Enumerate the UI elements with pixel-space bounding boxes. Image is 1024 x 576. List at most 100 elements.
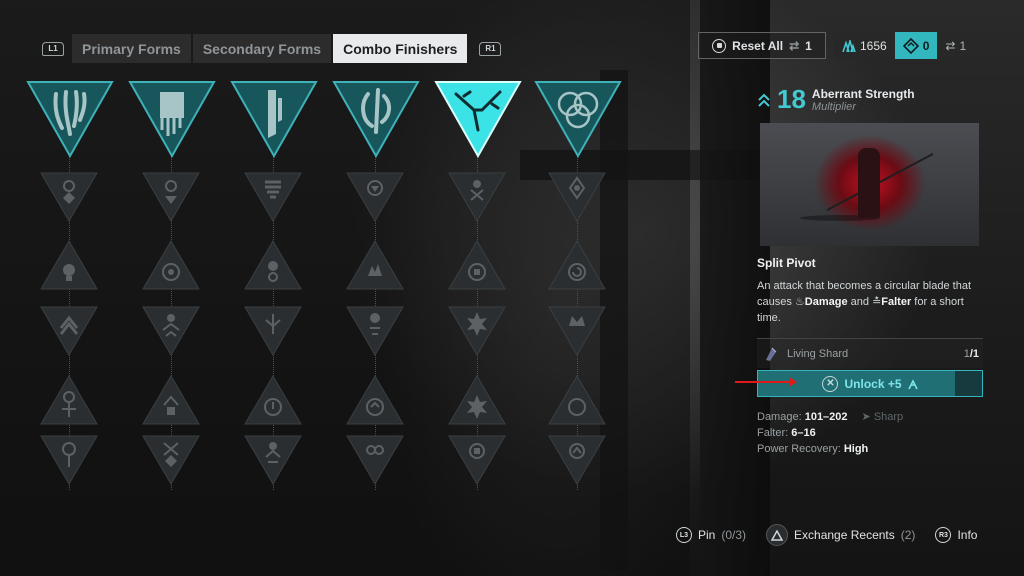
annotation-arrow bbox=[735, 377, 797, 387]
damage-icon: ♨ bbox=[794, 296, 805, 308]
locked-node-icon[interactable] bbox=[142, 306, 200, 356]
locked-node-icon[interactable] bbox=[448, 172, 506, 222]
rings-glyph-icon[interactable] bbox=[534, 80, 622, 158]
info-prompt[interactable]: R3 Info bbox=[935, 527, 977, 543]
tree-column-5 bbox=[434, 80, 522, 500]
locked-node-icon[interactable] bbox=[244, 240, 302, 290]
reset-all-button[interactable]: Reset All ⇄ 1 bbox=[698, 32, 826, 59]
desc-text-2: and bbox=[847, 296, 873, 308]
square-button-icon bbox=[712, 38, 727, 53]
locked-node-icon[interactable] bbox=[346, 306, 404, 356]
locked-node-icon[interactable] bbox=[244, 435, 302, 485]
cost-item-name: Living Shard bbox=[787, 347, 849, 360]
cost-count: 1/1 bbox=[964, 348, 979, 360]
currency-display: 1656 bbox=[834, 32, 895, 59]
falter-icon: ≛ bbox=[872, 296, 882, 308]
spiral-glyph-icon[interactable] bbox=[332, 80, 420, 158]
locked-node-icon[interactable] bbox=[40, 375, 98, 425]
currency-value: 1656 bbox=[860, 38, 887, 53]
reset-count: 1 bbox=[805, 38, 812, 53]
stat-power-recovery: Power Recovery: High bbox=[757, 441, 983, 457]
swap-count-icon: ⇄ bbox=[945, 38, 956, 53]
stat-falter: Falter: 6–16 bbox=[757, 425, 983, 441]
claw-glyph-icon[interactable] bbox=[26, 80, 114, 158]
locked-node-icon[interactable] bbox=[548, 435, 606, 485]
living-shard-icon bbox=[766, 347, 777, 361]
locked-node-icon[interactable] bbox=[346, 375, 404, 425]
stat-falter-label: Falter: bbox=[757, 427, 789, 439]
locked-node-icon[interactable] bbox=[346, 240, 404, 290]
split-pivot-icon[interactable] bbox=[434, 80, 522, 158]
locked-node-icon[interactable] bbox=[142, 435, 200, 485]
cost-row: Living Shard 1/1 bbox=[757, 338, 983, 368]
locked-node-icon[interactable] bbox=[244, 375, 302, 425]
locked-node-icon[interactable] bbox=[40, 306, 98, 356]
locked-node-icon[interactable] bbox=[142, 172, 200, 222]
exchange-count: (2) bbox=[900, 528, 916, 542]
stat-power-label: Power Recovery: bbox=[757, 443, 841, 455]
locked-node-icon[interactable] bbox=[346, 435, 404, 485]
locked-node-icon[interactable] bbox=[142, 375, 200, 425]
level-header: 18 Aberrant Strength Multiplier bbox=[757, 84, 983, 115]
tab-combo-finishers[interactable]: Combo Finishers bbox=[333, 34, 468, 63]
pin-label: Pin bbox=[698, 528, 716, 542]
locked-node-icon[interactable] bbox=[448, 240, 506, 290]
tree-column-2 bbox=[128, 80, 216, 500]
r1-button-icon[interactable]: R1 bbox=[479, 41, 502, 56]
cross-button-icon: ✕ bbox=[822, 375, 839, 392]
exchange-label: Exchange Recents bbox=[794, 528, 895, 542]
selected-count: 0 bbox=[922, 38, 930, 53]
locked-node-icon[interactable] bbox=[448, 375, 506, 425]
preview-spear bbox=[826, 152, 934, 212]
skill-stats: Damage: 101–202 ➤ Sharp Falter: 6–16 Powe… bbox=[757, 409, 983, 457]
skill-description: An attack that becomes a circular blade … bbox=[757, 278, 983, 326]
stat-falter-value: 6–16 bbox=[791, 427, 816, 439]
tree-column-1 bbox=[26, 80, 114, 500]
locked-node-icon[interactable] bbox=[548, 306, 606, 356]
swap-count: 1 bbox=[959, 38, 967, 53]
preview-character bbox=[858, 148, 880, 218]
locked-node-icon[interactable] bbox=[40, 240, 98, 290]
blade-glyph-icon[interactable] bbox=[230, 80, 318, 158]
stat-power-value: High bbox=[843, 443, 869, 455]
attribute-subtitle: Multiplier bbox=[811, 100, 856, 113]
desc-falter: Falter bbox=[881, 296, 912, 308]
locked-node-icon[interactable] bbox=[346, 172, 404, 222]
diamond-swap-icon bbox=[902, 37, 919, 54]
swap-count-display: ⇄ 1 bbox=[937, 32, 975, 59]
level-number: 18 bbox=[777, 84, 806, 114]
locked-node-icon[interactable] bbox=[244, 172, 302, 222]
locked-node-icon[interactable] bbox=[548, 375, 606, 425]
skill-name: Split Pivot bbox=[757, 256, 816, 270]
locked-node-icon[interactable] bbox=[448, 306, 506, 356]
stat-damage-label: Damage: bbox=[757, 411, 802, 423]
sharp-icon: ➤ bbox=[861, 411, 874, 423]
button-prompts: L3 Pin (0/3) Exchange Recents (2) R3 Inf… bbox=[676, 524, 977, 546]
unlock-label: Unlock +5 bbox=[844, 376, 902, 391]
tab-primary-forms[interactable]: Primary Forms bbox=[72, 34, 191, 63]
attribute-point-icon bbox=[907, 378, 918, 389]
locked-node-icon[interactable] bbox=[548, 240, 606, 290]
tree-column-3 bbox=[230, 80, 318, 500]
banner-glyph-icon[interactable] bbox=[128, 80, 216, 158]
info-label: Info bbox=[957, 528, 978, 542]
tab-secondary-forms[interactable]: Secondary Forms bbox=[192, 34, 332, 63]
locked-node-icon[interactable] bbox=[142, 240, 200, 290]
locked-node-icon[interactable] bbox=[40, 435, 98, 485]
selected-count-display: 0 bbox=[894, 32, 938, 59]
stat-damage-value: 101–202 bbox=[804, 411, 848, 423]
locked-node-icon[interactable] bbox=[448, 435, 506, 485]
locked-node-icon[interactable] bbox=[40, 172, 98, 222]
locked-node-icon[interactable] bbox=[548, 172, 606, 222]
pin-count: (0/3) bbox=[721, 528, 747, 542]
exchange-prompt[interactable]: Exchange Recents (2) bbox=[766, 524, 915, 546]
tree-column-6 bbox=[534, 80, 622, 500]
attribute-name: Aberrant Strength bbox=[811, 86, 915, 101]
tab-bar: L1 Primary Forms Secondary Forms Combo F… bbox=[42, 34, 502, 63]
desc-damage: Damage bbox=[804, 296, 848, 308]
triangle-button-icon bbox=[766, 524, 789, 546]
locked-node-icon[interactable] bbox=[244, 306, 302, 356]
pin-prompt[interactable]: L3 Pin (0/3) bbox=[676, 527, 746, 543]
r3-button-icon: R3 bbox=[935, 527, 952, 543]
l1-button-icon[interactable]: L1 bbox=[42, 41, 64, 56]
